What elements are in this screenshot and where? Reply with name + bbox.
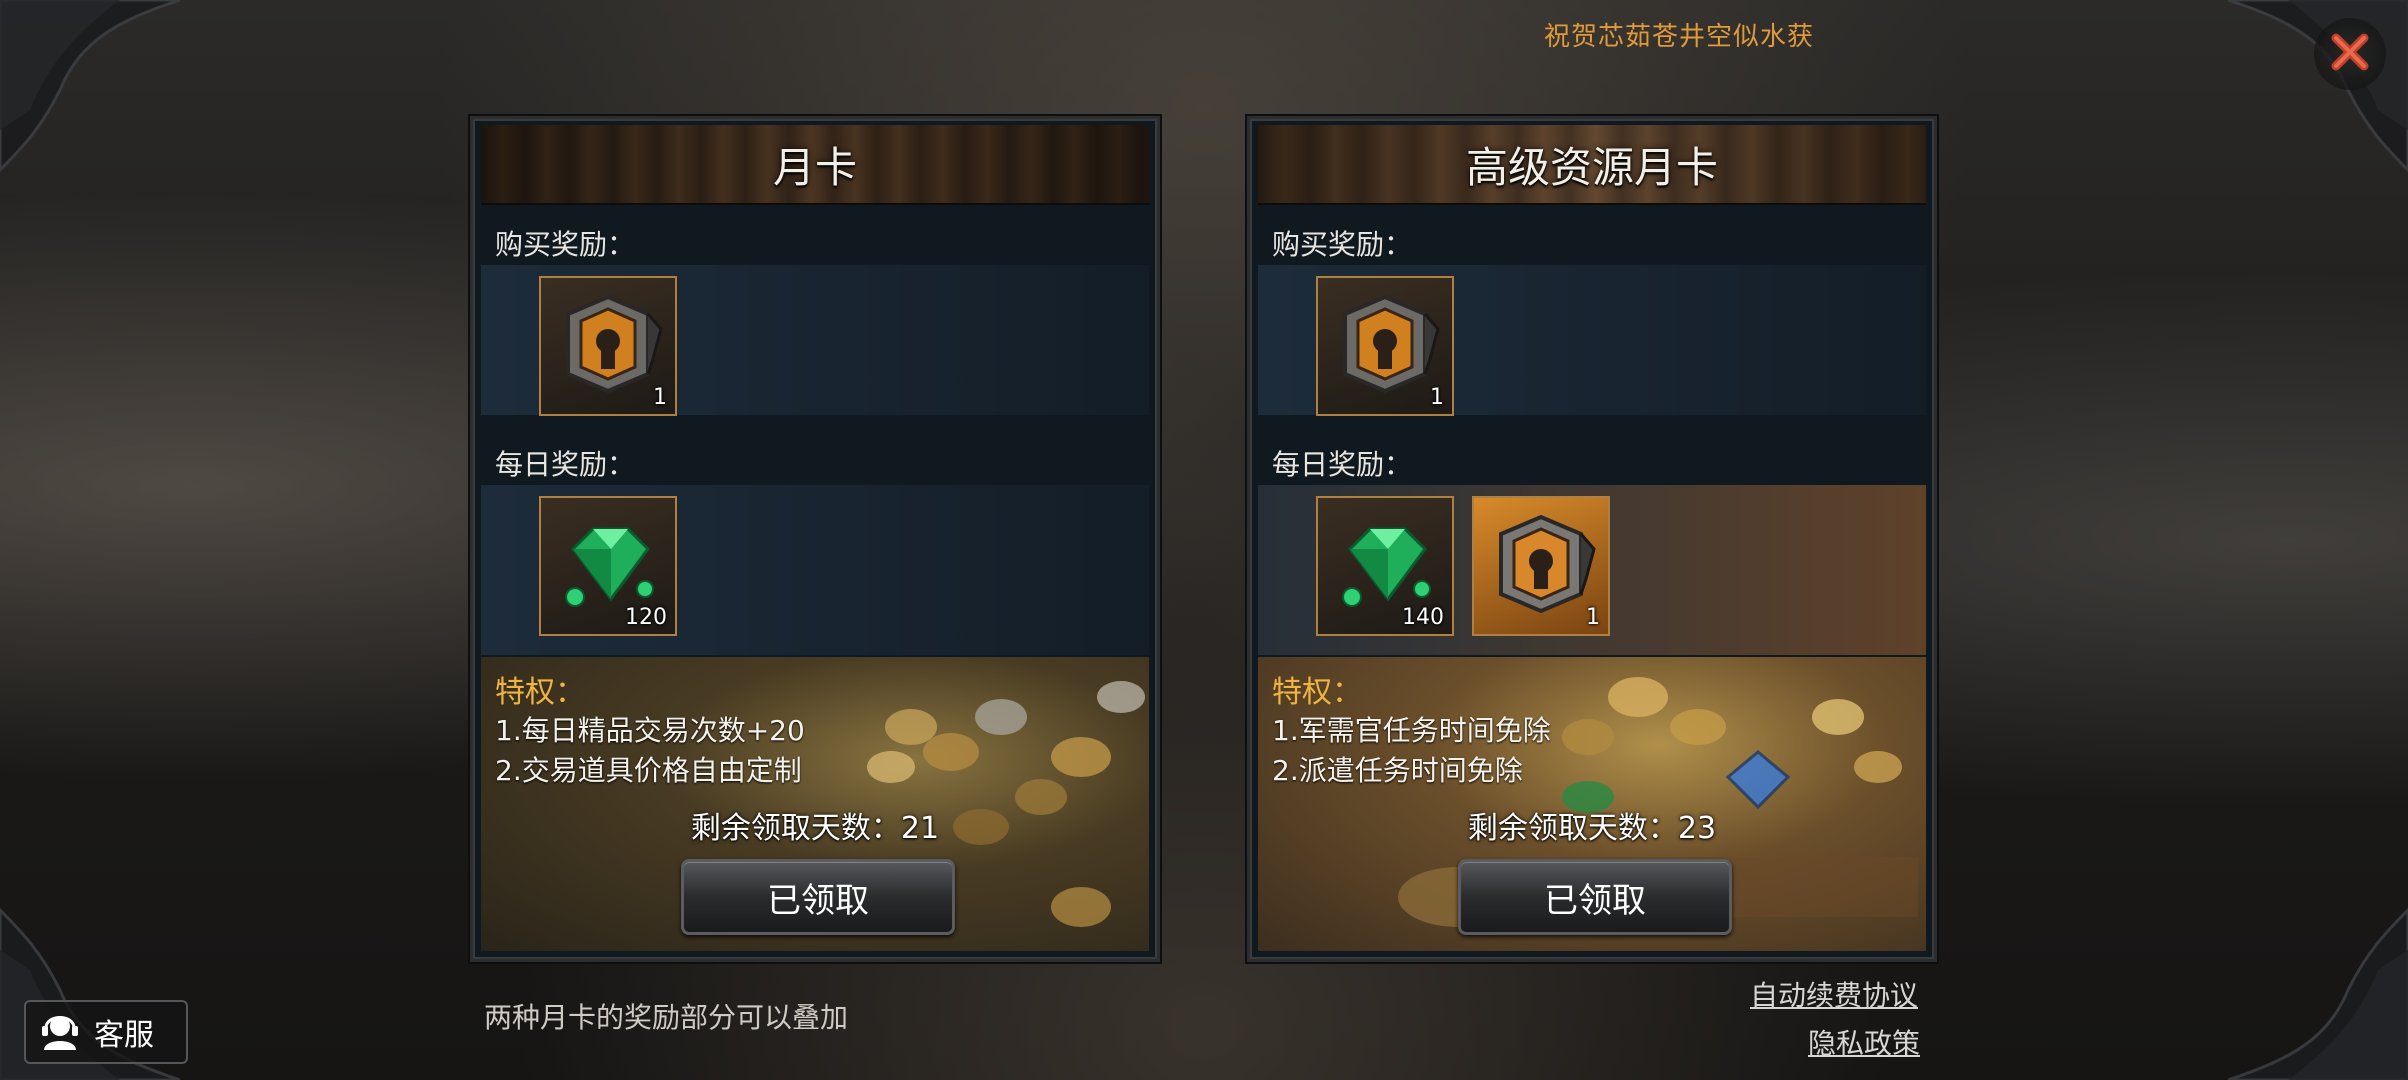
item-count: 140	[1402, 605, 1444, 630]
auto-renew-agreement-link[interactable]: 自动续费协议	[1750, 974, 1918, 1014]
corner-ornament-top-left	[0, 0, 200, 180]
treasure-chest-icon	[553, 289, 663, 403]
scrolling-announcement: 祝贺芯茹苍井空似水获	[1544, 22, 1815, 52]
customer-service-button[interactable]: 客服	[24, 1000, 188, 1064]
remaining-days: 剩余领取天数：21	[690, 811, 940, 846]
privilege-item: 2.交易道具价格自由定制	[495, 754, 802, 787]
claimed-button[interactable]: 已领取	[1458, 859, 1732, 935]
item-count: 1	[1430, 385, 1444, 410]
panel-header: 高级资源月卡	[1258, 125, 1926, 205]
customer-service-label: 客服	[94, 1018, 154, 1053]
privilege-title: 特权：	[495, 675, 585, 710]
privilege-title: 特权：	[1272, 675, 1362, 710]
close-button[interactable]	[2314, 18, 2386, 90]
panel-title: 月卡	[772, 142, 857, 192]
stacking-note: 两种月卡的奖励部分可以叠加	[484, 1001, 849, 1034]
item-count: 1	[653, 385, 667, 410]
reward-item[interactable]: 140	[1316, 496, 1454, 636]
privilege-item: 1.每日精品交易次数+20	[495, 714, 805, 747]
item-count: 120	[625, 605, 667, 630]
reward-item[interactable]: 1	[1472, 496, 1610, 636]
item-count: 1	[1586, 605, 1600, 630]
claimed-button[interactable]: 已领取	[681, 859, 955, 935]
reward-item[interactable]: 1	[539, 276, 677, 416]
reward-item[interactable]: 1	[1316, 276, 1454, 416]
purchase-reward-label: 购买奖励：	[1272, 228, 1413, 261]
headset-icon	[36, 1006, 84, 1058]
panel-title: 高级资源月卡	[1465, 142, 1718, 192]
treasure-chest-icon	[1486, 509, 1596, 623]
daily-reward-label: 每日奖励：	[1272, 448, 1413, 481]
monthly-card-panel: 月卡 购买奖励： 1 每日奖励： 120 特权： 1.每日精品交易次数+20 2…	[470, 116, 1160, 962]
daily-reward-label: 每日奖励：	[495, 448, 636, 481]
corner-ornament-top-right	[2208, 0, 2408, 180]
reward-item[interactable]: 120	[539, 496, 677, 636]
treasure-chest-icon	[1330, 289, 1440, 403]
panel-header: 月卡	[481, 125, 1149, 205]
close-icon	[2326, 28, 2374, 80]
remaining-days: 剩余领取天数：23	[1467, 811, 1717, 846]
premium-resource-card-panel: 高级资源月卡 购买奖励： 1 每日奖励： 140 1 特权： 1.军需官任务时间…	[1247, 116, 1937, 962]
privilege-item: 2.派遣任务时间免除	[1272, 754, 1523, 787]
privacy-policy-link[interactable]: 隐私政策	[1808, 1022, 1920, 1062]
privilege-item: 1.军需官任务时间免除	[1272, 714, 1551, 747]
purchase-reward-label: 购买奖励：	[495, 228, 636, 261]
corner-ornament-bottom-right	[2208, 900, 2408, 1080]
